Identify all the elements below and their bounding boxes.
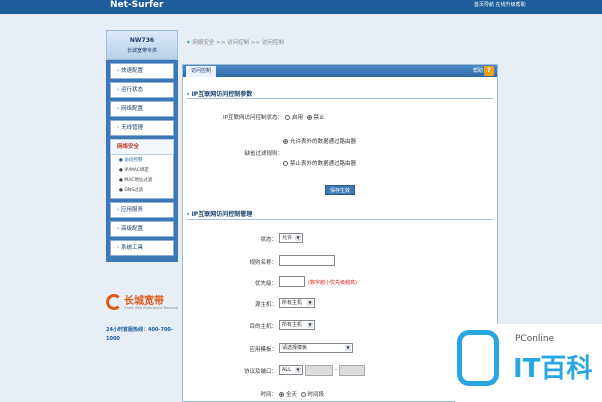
breadcrumb-sep: >>	[250, 40, 261, 46]
help-link[interactable]: 帮助	[473, 67, 483, 74]
chevron-down-icon: ▼	[295, 367, 301, 373]
tab-bar: 访问控制 帮助 ?	[183, 65, 497, 77]
state-select[interactable]: 允许 ▼	[279, 233, 303, 243]
chevron-down-icon: ▼	[307, 322, 313, 328]
support-hotline: 24小时客服热线：400-700-1000	[106, 327, 173, 342]
port-separator: -	[335, 367, 337, 373]
section2-title: › IP互联网访问控制管理	[187, 211, 253, 218]
status-enable-radio[interactable]	[285, 115, 290, 120]
sidebar-item-security[interactable]: 网络安全	[110, 139, 174, 155]
chevron-down-icon: ▼	[295, 235, 301, 241]
status-disable-label: 禁止	[313, 115, 325, 121]
default-rule-label: 缺省过滤规则：	[244, 151, 283, 157]
dest-host-label: 目的主机：	[249, 324, 277, 330]
chevron-down-icon: ▼	[345, 345, 351, 351]
tab-access-control[interactable]: 访问控制	[186, 66, 217, 77]
brand-title: Net-Surfer	[110, 0, 164, 10]
template-label: 应用模板：	[249, 347, 277, 353]
device-subtitle: 长城宽带专供	[126, 48, 157, 54]
breadcrumb-sep: >>	[216, 40, 226, 46]
top-banner: Net-Surfer 首页导航 在线升级帮助	[0, 0, 602, 14]
header-links[interactable]: 首页导航 在线升级帮助	[474, 1, 526, 8]
watermark: PConline IT百科	[455, 324, 602, 402]
save-button[interactable]: 保存生效	[325, 185, 356, 195]
rule-deny-radio[interactable]	[283, 161, 288, 166]
time-label: 时间：	[260, 392, 277, 398]
status-label: IP互联网访问控制状态：	[223, 115, 283, 121]
sidebar: NW736 长城宽带专供 › 快速配置 › 运行状态 › 网络配置 › 无线管理…	[106, 30, 178, 400]
protocol-select[interactable]: ALL ▼	[279, 365, 303, 375]
pconline-logo-icon	[457, 330, 499, 386]
sidebar-item-services[interactable]: › 应用服务	[110, 202, 174, 218]
time-period-radio[interactable]	[300, 392, 306, 397]
section1-divider	[187, 98, 493, 99]
breadcrumb-current: 访问控制	[261, 40, 284, 46]
home-icon: ✦	[186, 40, 191, 46]
time-all-day-label: 全天	[286, 392, 298, 398]
state-label: 状态：	[260, 237, 277, 243]
chevron-down-icon: ▼	[307, 300, 313, 306]
time-radio-group: 全天 时间段	[279, 390, 324, 398]
protocol-port-label: 协议及端口：	[243, 369, 277, 375]
source-host-select[interactable]: 所有主机 ▼	[279, 298, 315, 308]
time-all-day-radio[interactable]	[279, 392, 284, 397]
sidebar-item-status[interactable]: › 运行状态	[110, 82, 174, 98]
time-period-label: 时间段	[307, 392, 325, 398]
main-panel: 访问控制 帮助 ? › IP互联网访问控制参数 IP互联网访问控制状态： 启用 …	[182, 64, 498, 402]
submenu-ip-mac-binding[interactable]: ● IP/MAC绑定	[119, 166, 173, 176]
submenu-access-control[interactable]: ● 访问控制	[119, 156, 173, 166]
watermark-brand: PConline	[515, 334, 555, 344]
source-host-label: 源主机：	[254, 302, 277, 308]
submenu-dns-filter[interactable]: ● DNS过滤	[119, 186, 173, 196]
watermark-title: IT百科	[513, 354, 593, 384]
rule-allow-option: 允许表外的数据通过路由器	[283, 137, 356, 145]
rule-name-label: 规则名称：	[249, 260, 277, 266]
breadcrumb: ✦ 网络安全 >> 访问控制 >> 访问控制	[186, 38, 284, 46]
submenu-mac-filter[interactable]: ● MAC地址过滤	[119, 176, 173, 186]
breadcrumb-home[interactable]: 网络安全	[192, 40, 214, 46]
sidebar-header: NW736 长城宽带专供	[106, 30, 178, 60]
priority-hint: (数字越小优先级越高)	[308, 280, 357, 286]
status-enable-label: 启用	[292, 115, 304, 121]
logo-english: Great Wall Broadband Network	[124, 306, 179, 310]
priority-label: 优先级：	[254, 281, 277, 287]
rule-name-input[interactable]	[279, 255, 335, 266]
rule-allow-label: 允许表外的数据通过路由器	[290, 139, 357, 145]
sidebar-item-network[interactable]: › 网络配置	[110, 101, 174, 117]
sidebar-item-advanced[interactable]: › 高级配置	[110, 221, 174, 237]
port-end-input[interactable]	[339, 365, 365, 376]
logo-name: 长城宽带	[124, 296, 164, 307]
rule-deny-option: 禁止表外的数据通过路由器	[283, 159, 356, 167]
section2-divider	[187, 219, 493, 220]
sidebar-menu: › 快速配置 › 运行状态 › 网络配置 › 无线管理 网络安全 ● 访问控制 …	[106, 60, 178, 262]
priority-input[interactable]	[279, 276, 305, 287]
sidebar-item-system-tools[interactable]: › 系统工具	[110, 240, 174, 256]
port-start-input[interactable]	[305, 365, 333, 376]
template-select[interactable]: 请选择模板 ▼	[279, 343, 353, 353]
status-radio-group: 启用 禁止	[285, 113, 325, 121]
security-submenu: ● 访问控制 ● IP/MAC绑定 ● MAC地址过滤 ● DNS过滤	[110, 155, 174, 199]
logo-mark-icon	[106, 294, 122, 310]
rule-allow-radio[interactable]	[283, 139, 288, 144]
breadcrumb-mid[interactable]: 访问控制	[227, 40, 249, 46]
sidebar-item-wireless[interactable]: › 无线管理	[110, 120, 174, 136]
section1-title: › IP互联网访问控制参数	[187, 91, 253, 98]
rule-deny-label: 禁止表外的数据通过路由器	[290, 161, 357, 167]
sidebar-item-quick-setup[interactable]: › 快速配置	[110, 63, 174, 79]
device-model: NW736	[129, 37, 155, 44]
help-icon[interactable]: ?	[484, 66, 494, 76]
dest-host-select[interactable]: 所有主机 ▼	[279, 320, 315, 330]
status-disable-radio[interactable]	[306, 115, 312, 120]
brand-logo: 长城宽带 Great Wall Broadband Network	[106, 292, 182, 316]
